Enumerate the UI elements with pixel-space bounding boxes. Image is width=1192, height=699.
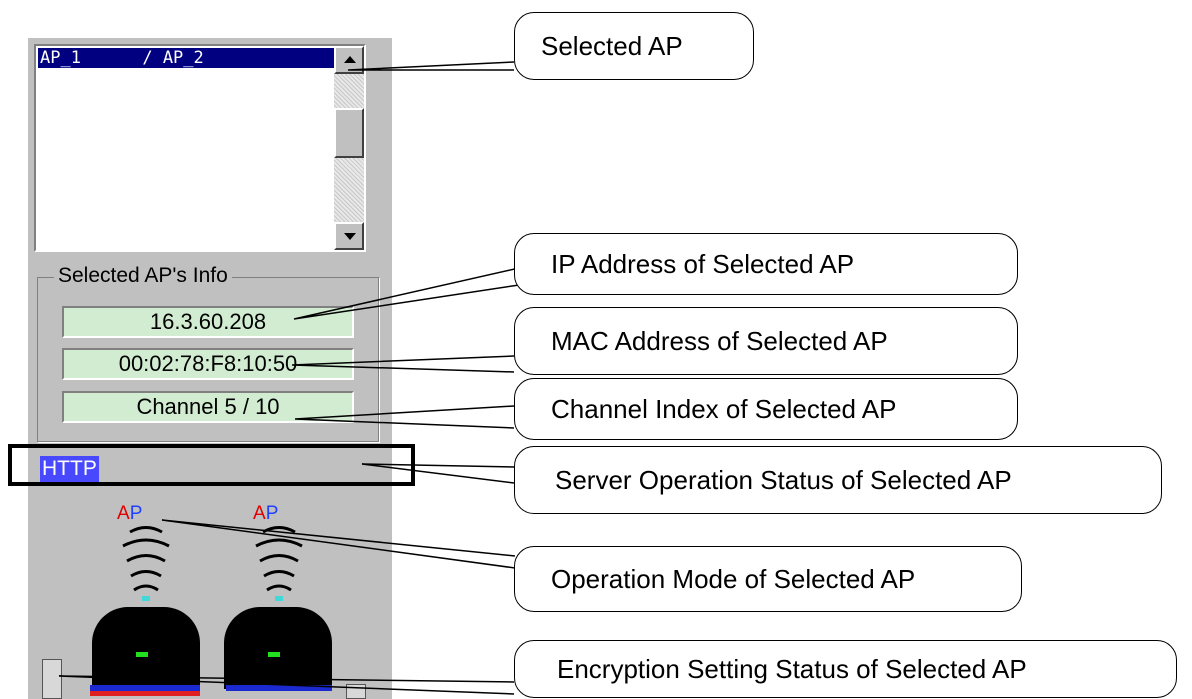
callout-server-status: Server Operation Status of Selected AP: [514, 446, 1162, 514]
signal-dot: [275, 596, 283, 601]
callout-mac-address: MAC Address of Selected AP: [514, 307, 1018, 375]
callout-text: Selected AP: [541, 30, 683, 61]
callout-text: IP Address of Selected AP: [551, 248, 855, 279]
wifi-signal-icon: [255, 526, 303, 592]
signal-dot: [142, 596, 150, 601]
callout-encryption-status: Encryption Setting Status of Selected AP: [514, 640, 1177, 698]
callout-text: MAC Address of Selected AP: [551, 325, 888, 356]
callout-operation-mode: Operation Mode of Selected AP: [514, 546, 1022, 612]
callout-connectors: [58, 61, 520, 695]
callout-channel-index: Channel Index of Selected AP: [514, 378, 1018, 440]
callout-ip-address: IP Address of Selected AP: [514, 233, 1018, 295]
callout-text: Channel Index of Selected AP: [551, 393, 897, 424]
callout-text: Server Operation Status of Selected AP: [555, 464, 1012, 495]
callout-text: Operation Mode of Selected AP: [551, 563, 916, 594]
callout-text: Encryption Setting Status of Selected AP: [557, 653, 1027, 684]
callout-selected-ap: Selected AP: [514, 12, 754, 80]
wifi-signal-icon: [122, 526, 170, 592]
